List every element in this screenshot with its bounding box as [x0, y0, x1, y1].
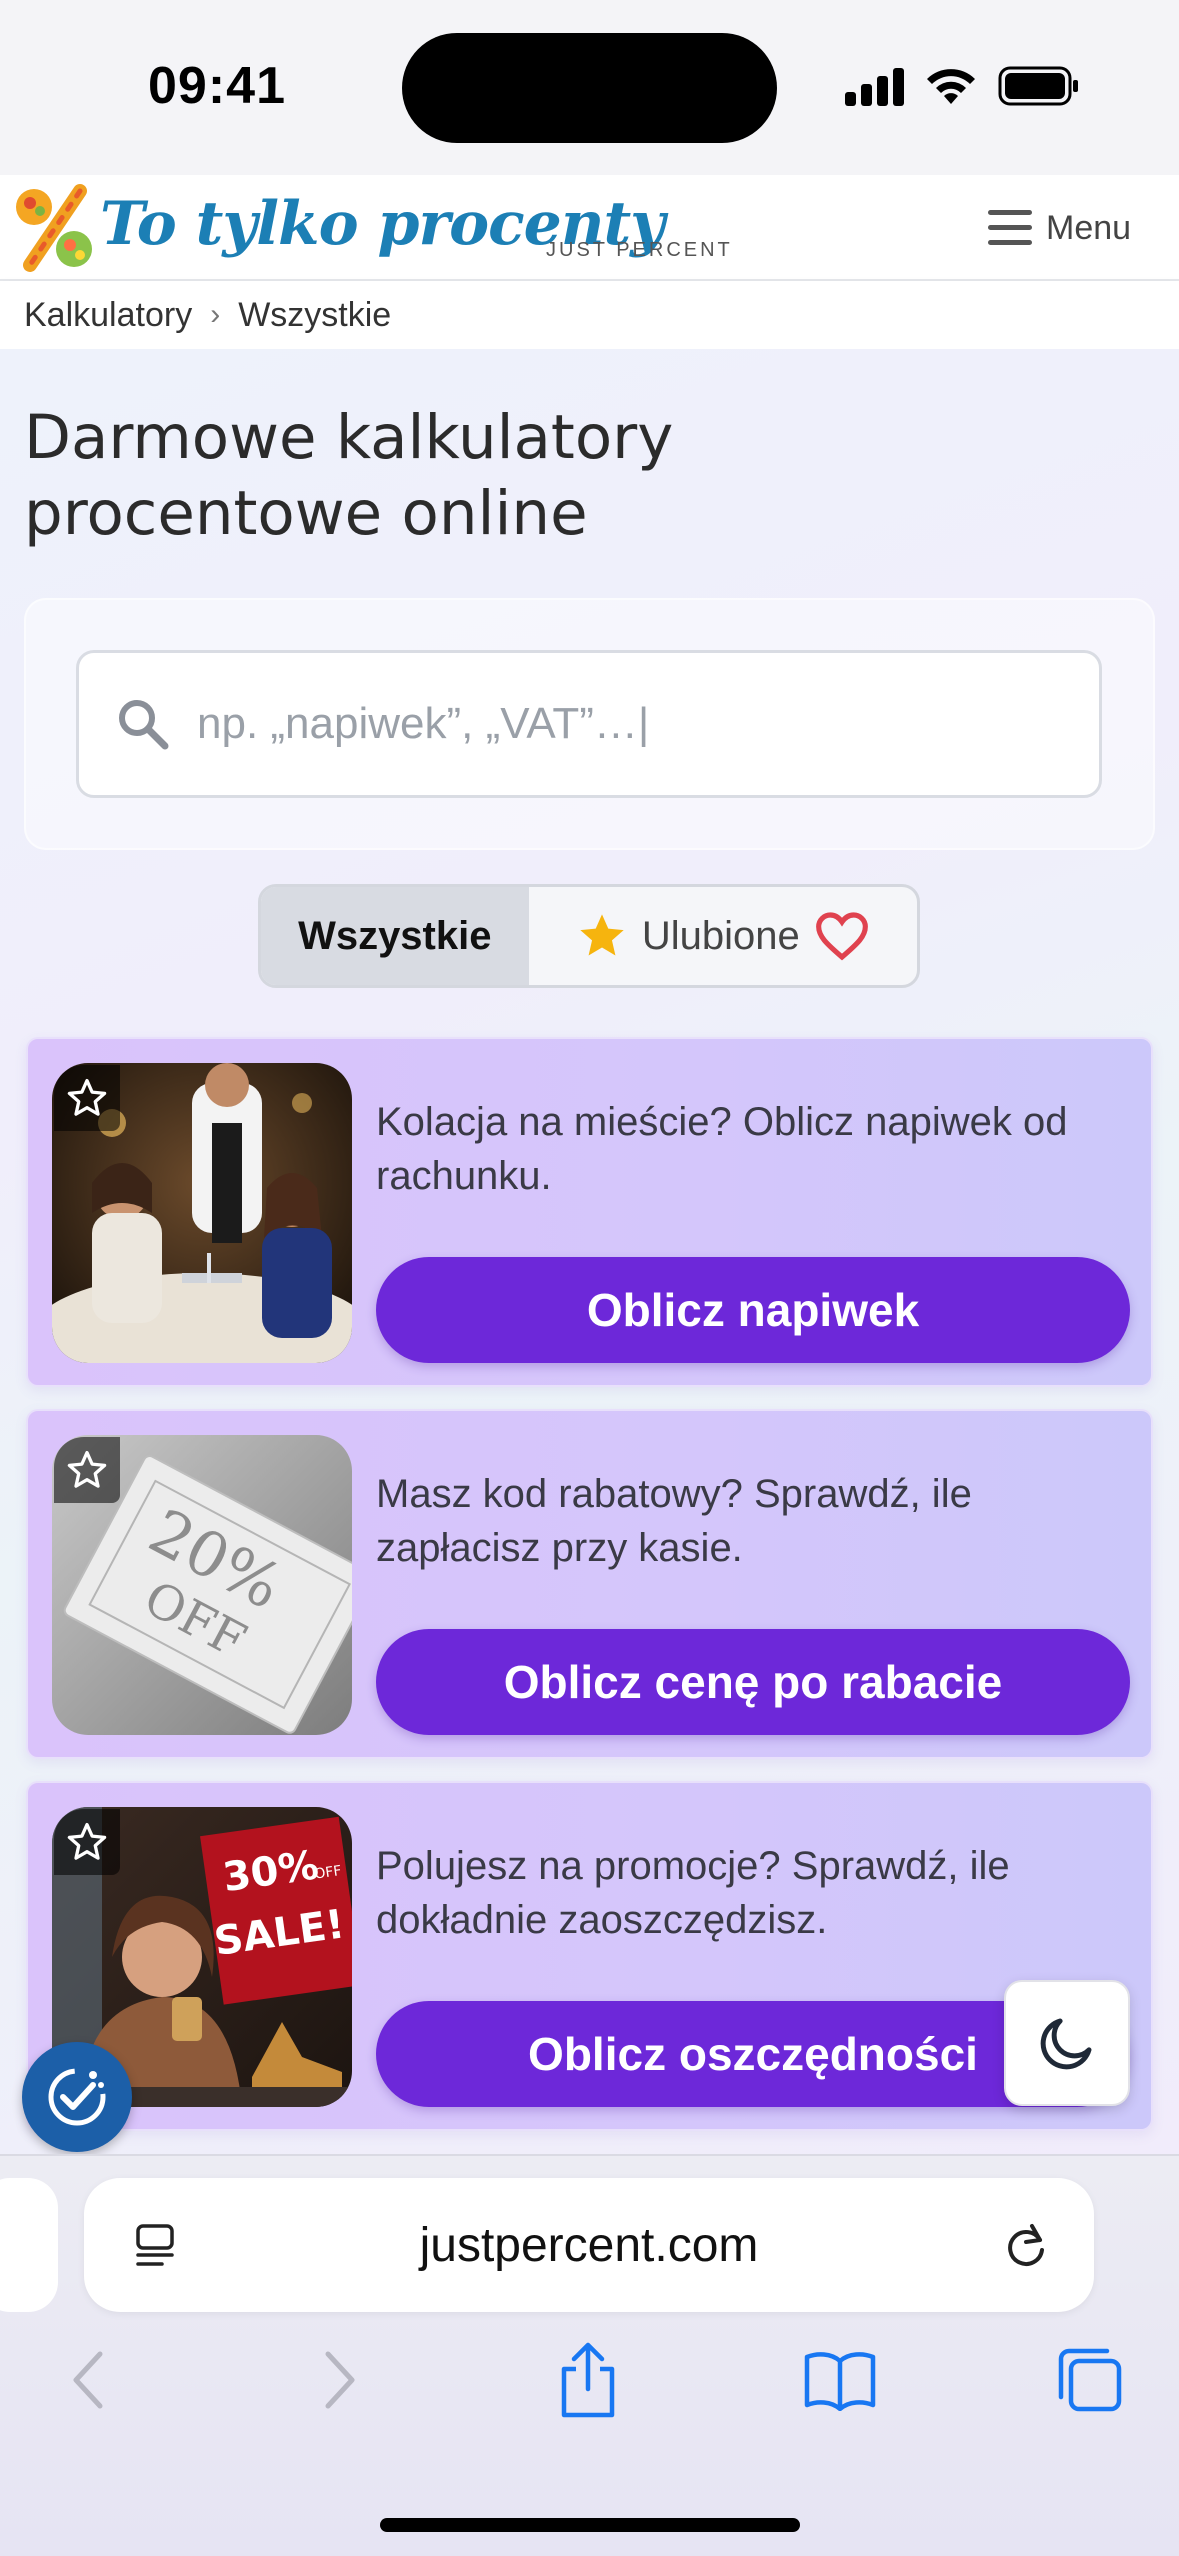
tab-favorites[interactable]: Ulubione	[529, 887, 917, 985]
search-panel	[24, 598, 1155, 850]
tab-all-label: Wszystkie	[298, 913, 492, 958]
star-outline-icon	[67, 1078, 107, 1116]
breadcrumb: Kalkulatory › Wszystkie	[0, 281, 1179, 349]
share-button[interactable]	[548, 2340, 628, 2420]
heart-icon	[815, 912, 868, 961]
battery-icon	[998, 66, 1078, 106]
status-bar: 09:41	[0, 0, 1179, 175]
favorite-star-button[interactable]	[54, 1437, 120, 1503]
tab-favorites-label: Ulubione	[641, 913, 800, 958]
menu-button[interactable]: Menu	[988, 203, 1131, 253]
menu-label: Menu	[1046, 208, 1132, 247]
book-icon	[804, 2352, 876, 2411]
search-input[interactable]	[197, 699, 1047, 749]
status-time: 09:41	[148, 57, 286, 115]
url-text[interactable]: justpercent.com	[84, 2178, 1094, 2312]
share-icon	[561, 2342, 615, 2418]
accessibility-button[interactable]	[22, 2042, 132, 2152]
card-description: Polujesz na promocje? Sprawdź, ile dokła…	[376, 1844, 1010, 1942]
moon-icon	[1040, 2018, 1092, 2070]
back-button[interactable]	[48, 2340, 128, 2420]
star-outline-icon	[67, 1450, 107, 1488]
breadcrumb-item-current: Wszystkie	[238, 295, 392, 334]
card-description: Masz kod rabatowy? Sprawdź, ile zapłacis…	[376, 1472, 972, 1570]
cellular-signal-icon	[845, 66, 905, 106]
breadcrumb-item-kalkulatory[interactable]: Kalkulatory	[24, 296, 192, 335]
home-indicator[interactable]	[380, 2518, 800, 2532]
reload-icon[interactable]	[1000, 2220, 1052, 2272]
filter-tabs: Wszystkie Ulubione	[258, 884, 920, 988]
calculate-discount-button[interactable]: Oblicz cenę po rabacie	[376, 1629, 1130, 1735]
page-menu-icon[interactable]	[132, 2222, 178, 2268]
discount-coupon-image: 20% OFF	[52, 1435, 352, 1735]
chevron-right-icon	[325, 2351, 355, 2409]
page-title: Darmowe kalkulatory procentowe online	[24, 402, 674, 549]
logo-subtitle: JUST PERCENT	[546, 239, 733, 261]
tab-all[interactable]: Wszystkie	[261, 887, 529, 985]
star-icon	[580, 914, 624, 956]
site-header: To tylko procenty JUST PERCENT Menu	[0, 175, 1179, 281]
accessibility-icon	[48, 2068, 106, 2126]
search-icon	[119, 700, 169, 750]
dynamic-island	[402, 33, 777, 143]
calculator-card-savings: 30% OFF SALE! Polujesz na promocje? Spra…	[26, 1781, 1153, 2131]
hamburger-icon	[988, 210, 1032, 246]
calculator-card-tip: Kolacja na mieście? Oblicz napiwek od ra…	[26, 1037, 1153, 1387]
restaurant-waiter-image	[52, 1063, 352, 1363]
card-description: Kolacja na mieście? Oblicz napiwek od ra…	[376, 1100, 1068, 1198]
breadcrumb-separator: ›	[210, 298, 221, 331]
star-outline-icon	[67, 1822, 107, 1860]
bookmarks-button[interactable]	[800, 2340, 880, 2420]
percent-logo-icon[interactable]	[10, 183, 98, 273]
wifi-icon	[927, 69, 975, 104]
previous-tab-preview[interactable]	[0, 2178, 58, 2312]
favorite-star-button[interactable]	[54, 1809, 120, 1875]
address-bar[interactable]: justpercent.com	[84, 2178, 1094, 2312]
favorite-star-button[interactable]	[54, 1065, 120, 1131]
tabs-button[interactable]	[1050, 2340, 1130, 2420]
calculator-card-discount: 20% OFF Masz kod rabatowy? Sprawdź, ile …	[26, 1409, 1153, 1759]
dark-mode-toggle[interactable]	[1004, 1980, 1130, 2106]
tabs-icon	[1058, 2348, 1122, 2412]
forward-button[interactable]	[300, 2340, 380, 2420]
chevron-left-icon	[73, 2351, 103, 2409]
calculate-tip-button[interactable]: Oblicz napiwek	[376, 1257, 1130, 1363]
search-box[interactable]	[76, 650, 1102, 798]
